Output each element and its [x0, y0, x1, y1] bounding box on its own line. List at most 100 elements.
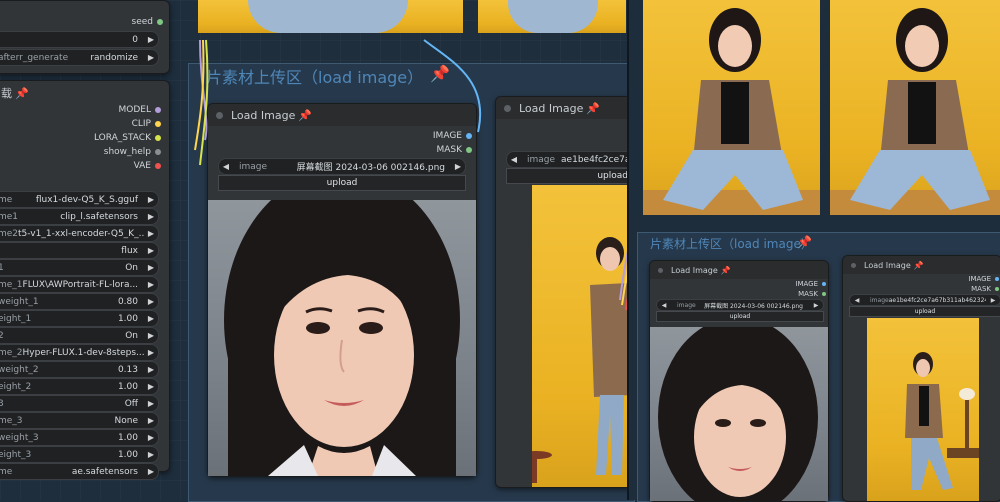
collapse-dot-icon[interactable] — [851, 262, 856, 268]
output-port-dot[interactable] — [155, 134, 161, 141]
image-select-widget[interactable]: ◀ image 屏幕截图 2024-03-06 002146.png ▶ — [218, 158, 466, 175]
left-loader-node[interactable]: seed 0 ▶ afterr_generate randomize ▶ — [0, 0, 170, 74]
loader-widget[interactable]: me ae.safetensors ▶ — [0, 463, 159, 480]
loader-widget[interactable]: 2On▶ — [0, 327, 159, 344]
loader-widget[interactable]: me_3 None ▶ — [0, 412, 159, 429]
control-after-generate-widget[interactable]: afterr_generate randomize ▶ — [0, 49, 159, 66]
output-port-dot[interactable] — [155, 148, 161, 155]
pin-icon[interactable]: 📌 — [914, 261, 924, 270]
chevron-right-icon[interactable]: ▶ — [144, 229, 158, 238]
loader-widget[interactable]: me1 clip_l.safetensors ▶ — [0, 208, 159, 225]
output-port-dot[interactable] — [155, 162, 161, 169]
chevron-right-icon[interactable]: ▶ — [144, 263, 158, 272]
mask-output-port[interactable]: MASK — [971, 285, 999, 293]
widget-value: 1.00 — [117, 381, 138, 392]
output-port-clip[interactable]: CLIP — [132, 119, 161, 129]
widget-label: me_2 — [0, 347, 23, 358]
load-image-node-2[interactable]: Load Image📌 ◀imageae1be4fc2ce7a67b3 uplo… — [495, 96, 633, 488]
full-body-illustration — [532, 237, 631, 483]
seed-widget[interactable]: 0 ▶ — [0, 31, 159, 48]
chevron-right-icon[interactable]: ▶ — [144, 399, 158, 408]
full-body-preview-image — [867, 318, 979, 501]
chevron-right-icon[interactable]: ▶ — [144, 348, 158, 357]
chevron-right-icon[interactable]: ▶ — [144, 212, 158, 221]
pin-icon[interactable]: 📌 — [298, 109, 312, 122]
mask-output-port[interactable]: MASK — [436, 145, 472, 155]
chevron-right-icon[interactable]: ▶ — [144, 331, 158, 340]
collapse-dot-icon[interactable] — [216, 111, 223, 119]
widget-value: 0.13 — [117, 364, 138, 375]
chevron-right-icon[interactable]: ▶ — [144, 314, 158, 323]
loader-widget[interactable]: me_1 FLUX\AWPortrait-FL-lora... ▶ — [0, 276, 159, 293]
loader-widget[interactable]: me flux1-dev-Q5_K_S.gguf ▶ — [0, 191, 159, 208]
loader-widget[interactable]: 1On▶ — [0, 259, 159, 276]
loader-widget[interactable]: weight_1 0.80 ▶ — [0, 293, 159, 310]
chevron-right-icon[interactable]: ▶ — [144, 195, 158, 204]
left-node-pin-icon[interactable]: 📌 — [15, 87, 29, 100]
upload-button[interactable]: upload — [849, 306, 1000, 317]
chevron-right-icon[interactable]: ▶ — [144, 297, 158, 306]
mask-output-port[interactable]: MASK — [798, 290, 826, 298]
widget-value: On — [125, 330, 138, 341]
collapse-dot-icon[interactable] — [504, 104, 511, 112]
seed-port-label[interactable]: seed — [132, 17, 163, 27]
loader-widget[interactable]: 3Off▶ — [0, 395, 159, 412]
output-port-lora-stack[interactable]: LORA_STACK — [94, 133, 161, 143]
loader-widget[interactable]: weight_3 1.00 ▶ — [0, 429, 159, 446]
output-port-show-help[interactable]: show_help — [104, 147, 161, 157]
upload-button[interactable]: upload — [506, 168, 633, 184]
nested-group-pin-icon[interactable]: 📌 — [797, 235, 812, 249]
loader-widget[interactable]: me_2 Hyper-FLUX.1-dev-8steps... ▶ — [0, 344, 159, 361]
loader-widget[interactable]: weight_2 0.13 ▶ — [0, 361, 159, 378]
node-title: Load Image — [519, 101, 584, 115]
chevron-right-icon[interactable]: ▶ — [144, 280, 158, 289]
loader-widget[interactable]: eight_1 1.00 ▶ — [0, 310, 159, 327]
widget-label: eight_2 — [0, 381, 32, 392]
load-image-node-1[interactable]: Load Image 📌 IMAGE MASK ◀ image 屏幕截图 2024-0… — [207, 103, 477, 477]
upload-button[interactable]: upload — [218, 175, 466, 191]
image-output-port[interactable]: IMAGE — [433, 131, 472, 141]
loader-widget[interactable]: flux ▶ — [0, 242, 159, 259]
load-image-node-3[interactable]: Load Image 📌 IMAGE MASK ◀ image 屏幕截图 2024-0… — [649, 260, 829, 502]
output-port-dot[interactable] — [155, 120, 161, 127]
chevron-right-icon[interactable]: ▶ — [144, 416, 158, 425]
chevron-right-icon[interactable]: ▶ — [144, 246, 158, 255]
node-title: Load Image — [671, 265, 718, 275]
widget-label: me1 — [0, 211, 19, 222]
chevron-right-icon[interactable]: ▶ — [144, 365, 158, 374]
widget-label: weight_1 — [0, 296, 39, 307]
loader-widget[interactable]: eight_3 1.00 ▶ — [0, 446, 159, 463]
group-title-nested: 片素材上传区（load image） — [650, 237, 813, 251]
loader-widget[interactable]: eight_2 1.00 ▶ — [0, 378, 159, 395]
image-output-port[interactable]: IMAGE — [968, 275, 999, 283]
image-output-port[interactable]: IMAGE — [795, 280, 826, 288]
output-port-dot[interactable] — [155, 106, 161, 113]
widget-value: Off — [124, 398, 138, 409]
image-select-widget[interactable]: ◀imageae1be4fc2ce7a67b3 — [506, 151, 633, 168]
output-preview-image-2 — [830, 0, 1000, 215]
widget-value: None — [114, 415, 138, 426]
collapse-dot-icon[interactable] — [658, 267, 663, 273]
output-port-vae[interactable]: VAE — [134, 161, 161, 171]
portrait-illustration — [658, 327, 818, 501]
chevron-right-icon[interactable]: ▶ — [144, 433, 158, 442]
widget-value: ae.safetensors — [71, 466, 138, 477]
chevron-right-icon[interactable]: ▶ — [144, 467, 158, 476]
left-lora-loader-node[interactable]: 载📌 MODEL CLIP LORA_STACK show_help VAE me flu… — [0, 80, 170, 480]
chevron-right-icon[interactable]: ▶ — [144, 382, 158, 391]
image-select-widget[interactable]: ◀ image 屏幕截图 2024-03-06 002146.png ▶ — [656, 299, 824, 311]
upload-button[interactable]: upload — [656, 311, 824, 322]
group-pin-icon[interactable]: 📌 — [430, 64, 450, 83]
widget-value: 1.00 — [117, 432, 138, 443]
widget-label: me_3 — [0, 415, 23, 426]
widget-value: 1.00 — [117, 449, 138, 460]
image-select-widget[interactable]: ◀imageae1be4fc2ce7a67b311ab4623245352...… — [849, 294, 1000, 306]
loader-widget[interactable]: me2 t5-v1_1-xxl-encoder-Q5_K_... ▶ — [0, 225, 159, 242]
chevron-right-icon[interactable]: ▶ — [144, 450, 158, 459]
pin-icon[interactable]: 📌 — [586, 102, 600, 115]
pin-icon[interactable]: 📌 — [721, 266, 731, 275]
node-title: Load Image — [231, 108, 296, 122]
widget-label: weight_2 — [0, 364, 39, 375]
load-image-node-4[interactable]: Load Image 📌 IMAGE MASK ◀ image ae1be4fc2ce… — [842, 255, 1000, 502]
output-port-model[interactable]: MODEL — [119, 105, 161, 115]
